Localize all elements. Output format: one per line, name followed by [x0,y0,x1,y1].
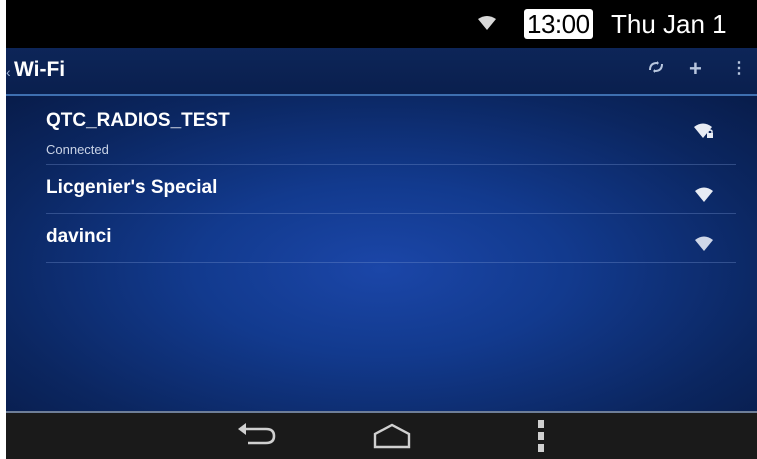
home-icon[interactable] [370,421,414,451]
overflow-menu-icon[interactable]: ⋮ [731,58,747,78]
wifi-signal-icon [695,187,713,202]
page-title: Wi-Fi [14,58,66,81]
network-item[interactable]: QTC_RADIOS_TEST Connected [46,96,736,165]
wifi-icon [478,16,496,30]
date: Thu Jan 1 [611,9,727,39]
add-icon[interactable]: + [689,56,702,82]
network-ssid: QTC_RADIOS_TEST [46,110,230,131]
network-item[interactable]: Licgenier's Special [46,165,736,214]
wifi-signal-locked-icon [694,123,713,138]
network-item[interactable]: davinci [46,214,736,263]
menu-icon[interactable] [536,418,546,454]
back-icon[interactable] [234,421,280,451]
device-screen: 13:00 Thu Jan 1 ‹ Wi-Fi + ⋮ QTC_RADIOS_T… [6,0,757,459]
network-ssid: Licgenier's Special [46,177,218,198]
network-status: Connected [46,142,109,157]
status-bar: 13:00 Thu Jan 1 [6,0,757,48]
action-bar: ‹ Wi-Fi + ⋮ [6,48,757,96]
clock: 13:00 [524,9,593,39]
wps-icon[interactable] [648,60,664,79]
network-ssid: davinci [46,226,112,247]
wifi-signal-icon [695,236,713,251]
navigation-bar [6,411,757,459]
wifi-network-list: QTC_RADIOS_TEST Connected Licgenier's Sp… [6,96,757,411]
up-caret-icon[interactable]: ‹ [6,64,11,80]
